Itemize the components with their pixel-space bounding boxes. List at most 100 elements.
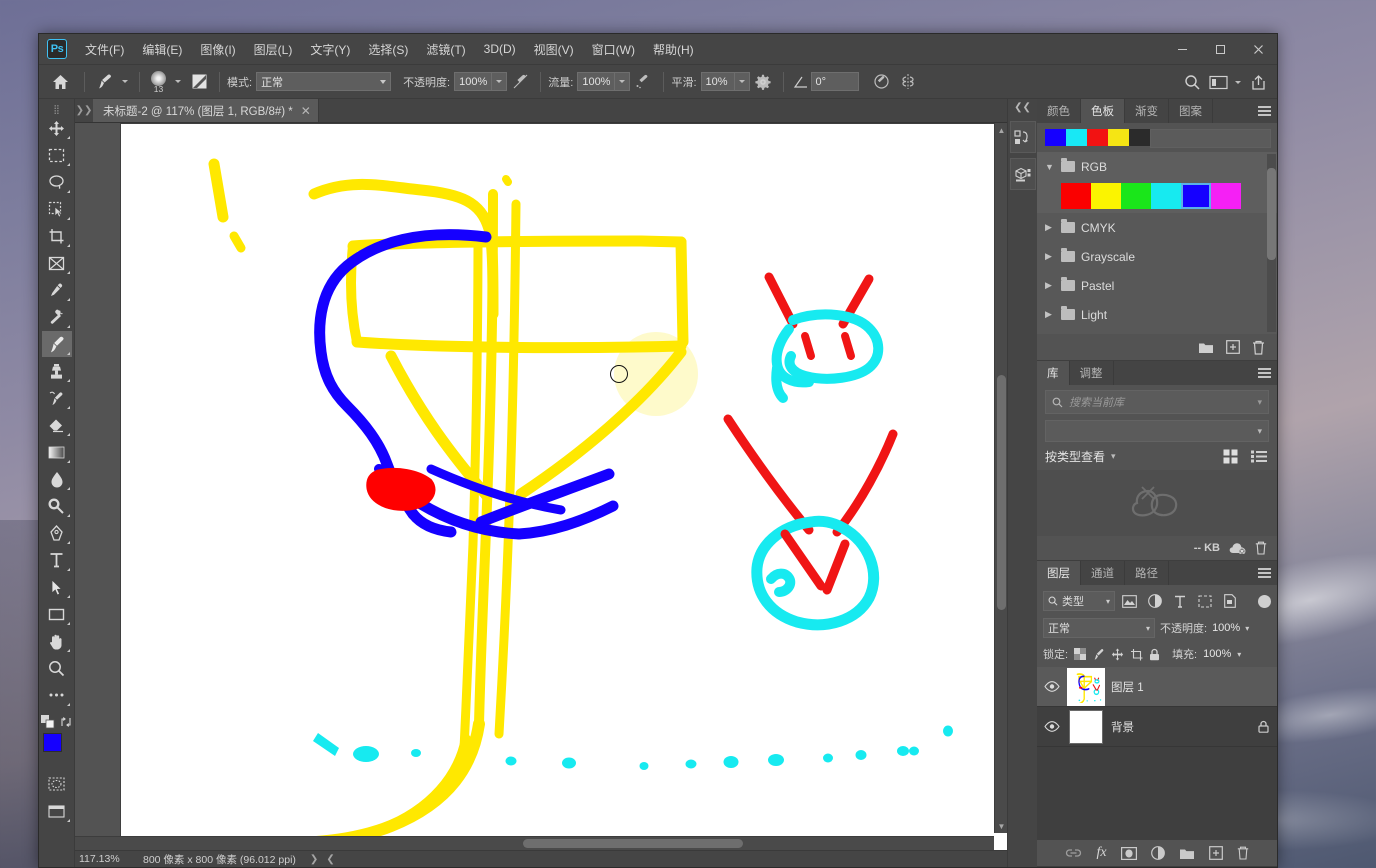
swatch-yellow[interactable] <box>1091 183 1121 209</box>
swatch-blue[interactable] <box>1181 183 1211 209</box>
canvas[interactable] <box>121 124 1007 850</box>
brush-settings-panel-icon[interactable] <box>186 69 212 95</box>
vertical-scroll-thumb[interactable] <box>997 375 1006 610</box>
pen-tool[interactable] <box>42 520 72 546</box>
library-search-field[interactable]: 搜索当前库 ▾ <box>1045 390 1269 414</box>
new-adjustment-icon[interactable] <box>1150 846 1165 860</box>
delete-layer-icon[interactable] <box>1237 846 1249 860</box>
shape-filter-icon[interactable] <box>1194 591 1215 611</box>
lock-transparency-icon[interactable] <box>1074 648 1087 660</box>
layer-visibility-icon[interactable] <box>1043 681 1061 692</box>
zoom-level[interactable]: 117.13% <box>79 853 135 865</box>
swatch-group-rgb[interactable]: ▼ RGB <box>1037 152 1277 181</box>
frame-tool[interactable] <box>42 250 72 276</box>
menu-image[interactable]: 图像(I) <box>191 36 244 63</box>
libraries-panel-menu-icon[interactable] <box>1258 361 1271 385</box>
menu-file[interactable]: 文件(F) <box>76 36 133 63</box>
marquee-tool[interactable] <box>42 142 72 168</box>
menu-layer[interactable]: 图层(L) <box>245 36 302 63</box>
search-icon[interactable] <box>1179 69 1205 95</box>
hand-tool[interactable] <box>42 628 72 654</box>
tab-swatches[interactable]: 色板 <box>1081 99 1125 123</box>
menu-3d[interactable]: 3D(D) <box>475 37 525 61</box>
gear-icon[interactable] <box>750 69 776 95</box>
swatches-scroll-thumb[interactable] <box>1267 168 1276 260</box>
adjustment-filter-icon[interactable] <box>1144 591 1165 611</box>
swatch-group-light[interactable]: ▶ Light <box>1037 300 1277 329</box>
library-view-label[interactable]: 按类型查看 <box>1045 448 1105 465</box>
home-icon[interactable] <box>43 69 77 95</box>
menu-view[interactable]: 视图(V) <box>525 36 583 63</box>
scroll-up-icon[interactable]: ▲ <box>995 123 1007 137</box>
new-layer-icon[interactable] <box>1208 846 1223 860</box>
menu-select[interactable]: 选择(S) <box>359 36 417 63</box>
layer-filter-kind-select[interactable]: 类型 ▾ <box>1043 591 1115 611</box>
status-expand-icon[interactable]: ❯ <box>310 854 318 865</box>
library-selector[interactable]: ▾ <box>1045 420 1269 442</box>
rectangle-tool[interactable] <box>42 601 72 627</box>
smart-object-filter-icon[interactable] <box>1219 591 1240 611</box>
foreground-color-swatch[interactable] <box>42 733 62 752</box>
menu-type[interactable]: 文字(Y) <box>301 36 359 63</box>
brush-preset-picker[interactable]: 13 <box>147 70 170 93</box>
lock-position-icon[interactable] <box>1111 648 1124 661</box>
swatch-group-cmyk[interactable]: ▶ CMYK <box>1037 213 1277 242</box>
blend-mode-select[interactable]: 正常 <box>256 72 392 91</box>
close-document-icon[interactable]: ✕ <box>301 104 311 118</box>
chevron-down-icon[interactable]: ▾ <box>1111 451 1116 462</box>
menu-help[interactable]: 帮助(H) <box>644 36 703 63</box>
maximize-button[interactable] <box>1201 34 1239 65</box>
new-swatch-icon[interactable] <box>1226 340 1240 354</box>
swap-colors-icon[interactable] <box>60 716 72 728</box>
eyedropper-tool[interactable] <box>42 277 72 303</box>
workspace-dropdown[interactable] <box>1231 80 1245 84</box>
recent-color-swatch[interactable] <box>1129 129 1150 146</box>
dodge-tool[interactable] <box>42 493 72 519</box>
history-panel-icon[interactable] <box>1009 121 1036 153</box>
smoothing-input[interactable]: 10% <box>700 72 735 91</box>
scroll-down-icon[interactable]: ▼ <box>995 819 1007 833</box>
lock-all-icon[interactable] <box>1149 648 1160 661</box>
layer-opacity-value[interactable]: 100% <box>1212 622 1240 634</box>
document-tab[interactable]: 未标题-2 @ 117% (图层 1, RGB/8#) * ✕ <box>93 99 319 122</box>
recent-color-swatch[interactable] <box>1087 129 1108 146</box>
workspace-icon[interactable] <box>1205 69 1231 95</box>
move-tool[interactable] <box>42 115 72 141</box>
crop-tool[interactable] <box>42 223 72 249</box>
layer-visibility-icon[interactable] <box>1043 721 1061 732</box>
link-layers-icon[interactable] <box>1065 848 1082 858</box>
status-collapse-icon[interactable]: ❮ <box>326 854 334 865</box>
smoothing-dropdown[interactable] <box>734 72 750 91</box>
close-button[interactable] <box>1239 34 1277 65</box>
layer-mask-icon[interactable] <box>1120 846 1137 860</box>
recent-color-swatch[interactable] <box>1045 129 1066 146</box>
layer-opacity-dropdown-icon[interactable]: ▾ <box>1245 624 1249 633</box>
airbrush-icon[interactable] <box>630 69 656 95</box>
menu-filter[interactable]: 滤镜(T) <box>417 36 474 63</box>
recent-color-swatch[interactable] <box>1108 129 1129 146</box>
tab-color[interactable]: 颜色 <box>1037 99 1081 123</box>
layer-style-icon[interactable]: fx <box>1096 845 1106 861</box>
default-colors-icon[interactable] <box>41 715 55 729</box>
layer-name[interactable]: 图层 1 <box>1111 679 1277 695</box>
grid-view-icon[interactable] <box>1223 449 1238 464</box>
chevron-down-icon[interactable]: ▾ <box>1257 397 1262 408</box>
tab-libraries[interactable]: 库 <box>1037 361 1070 385</box>
layer-row-layer1[interactable]: 图层 1 <box>1037 667 1277 707</box>
horizontal-scroll-thumb[interactable] <box>523 839 743 848</box>
brush-tool-dropdown[interactable] <box>118 80 132 83</box>
layers-panel-menu-icon[interactable] <box>1258 561 1271 585</box>
collapse-panels-icon[interactable]: ❯❯ <box>75 99 93 122</box>
menu-window[interactable]: 窗口(W) <box>583 36 644 63</box>
screen-mode-icon[interactable] <box>42 798 72 824</box>
fill-dropdown-icon[interactable]: ▾ <box>1237 650 1241 659</box>
layer-thumbnail[interactable] <box>1067 667 1105 706</box>
canvas-horizontal-scrollbar[interactable] <box>75 836 994 850</box>
layer-blend-mode-select[interactable]: 正常 ▾ <box>1043 618 1155 638</box>
filter-enable-toggle[interactable] <box>1258 594 1271 608</box>
lasso-tool[interactable] <box>42 169 72 195</box>
history-brush-tool[interactable] <box>42 385 72 411</box>
opacity-input[interactable]: 100% <box>454 72 493 91</box>
type-tool[interactable] <box>42 547 72 573</box>
canvas-viewport[interactable]: ▲ ▼ <box>75 123 1007 850</box>
